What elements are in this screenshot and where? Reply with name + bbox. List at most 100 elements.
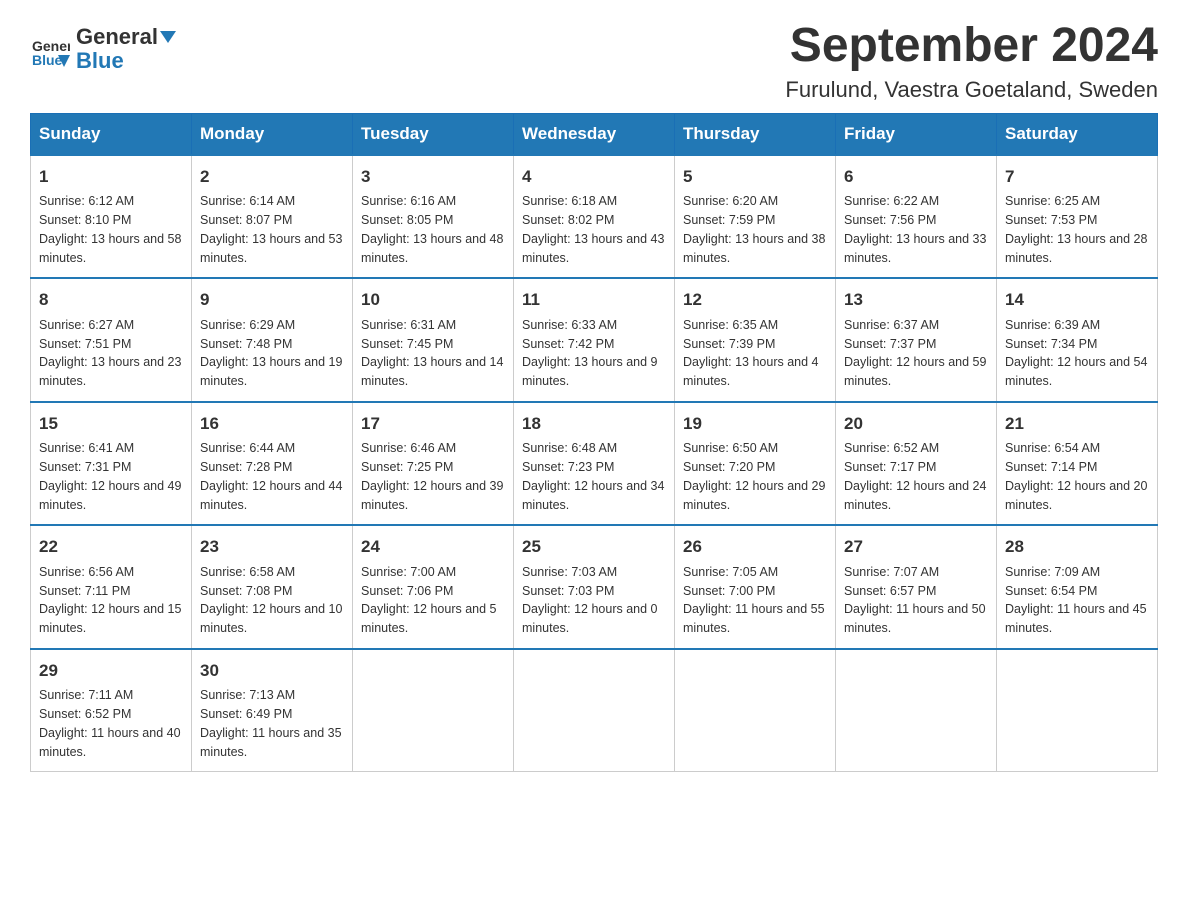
calendar-cell: 20Sunrise: 6:52 AMSunset: 7:17 PMDayligh… xyxy=(836,402,997,526)
calendar-cell: 29Sunrise: 7:11 AMSunset: 6:52 PMDayligh… xyxy=(31,649,192,772)
day-number: 19 xyxy=(683,411,827,437)
day-number: 4 xyxy=(522,164,666,190)
sun-info: Sunrise: 6:39 AMSunset: 7:34 PMDaylight:… xyxy=(1005,316,1149,391)
sun-info: Sunrise: 6:58 AMSunset: 7:08 PMDaylight:… xyxy=(200,563,344,638)
day-number: 28 xyxy=(1005,534,1149,560)
calendar-title-area: September 2024 Furulund, Vaestra Goetala… xyxy=(785,20,1158,103)
day-number: 11 xyxy=(522,287,666,313)
calendar-cell: 17Sunrise: 6:46 AMSunset: 7:25 PMDayligh… xyxy=(353,402,514,526)
page-header: General Blue General Blue September 2024… xyxy=(30,20,1158,103)
day-number: 8 xyxy=(39,287,183,313)
weekday-header-thursday: Thursday xyxy=(675,113,836,155)
sun-info: Sunrise: 7:11 AMSunset: 6:52 PMDaylight:… xyxy=(39,686,183,761)
sun-info: Sunrise: 6:35 AMSunset: 7:39 PMDaylight:… xyxy=(683,316,827,391)
day-number: 6 xyxy=(844,164,988,190)
calendar-cell: 22Sunrise: 6:56 AMSunset: 7:11 PMDayligh… xyxy=(31,525,192,649)
day-number: 2 xyxy=(200,164,344,190)
calendar-cell: 11 Sunrise: 6:33 AMSunset: 7:42 PMDayligh… xyxy=(514,278,675,402)
calendar-week-row: 15Sunrise: 6:41 AMSunset: 7:31 PMDayligh… xyxy=(31,402,1158,526)
day-number: 25 xyxy=(522,534,666,560)
weekday-header-saturday: Saturday xyxy=(997,113,1158,155)
day-number: 5 xyxy=(683,164,827,190)
calendar-week-row: 1Sunrise: 6:12 AMSunset: 8:10 PMDaylight… xyxy=(31,155,1158,279)
sun-info: Sunrise: 6:12 AMSunset: 8:10 PMDaylight:… xyxy=(39,192,183,267)
day-number: 26 xyxy=(683,534,827,560)
calendar-table: SundayMondayTuesdayWednesdayThursdayFrid… xyxy=(30,113,1158,773)
weekday-header-friday: Friday xyxy=(836,113,997,155)
calendar-cell: 6Sunrise: 6:22 AMSunset: 7:56 PMDaylight… xyxy=(836,155,997,279)
day-number: 12 xyxy=(683,287,827,313)
sun-info: Sunrise: 6:22 AMSunset: 7:56 PMDaylight:… xyxy=(844,192,988,267)
calendar-cell: 14 Sunrise: 6:39 AMSunset: 7:34 PMDayligh… xyxy=(997,278,1158,402)
day-number: 27 xyxy=(844,534,988,560)
weekday-header-wednesday: Wednesday xyxy=(514,113,675,155)
weekday-header-sunday: Sunday xyxy=(31,113,192,155)
calendar-cell: 5Sunrise: 6:20 AMSunset: 7:59 PMDaylight… xyxy=(675,155,836,279)
day-number: 16 xyxy=(200,411,344,437)
day-number: 20 xyxy=(844,411,988,437)
calendar-cell: 27 Sunrise: 7:07 AMSunset: 6:57 PMDayligh… xyxy=(836,525,997,649)
day-number: 3 xyxy=(361,164,505,190)
calendar-cell: 3Sunrise: 6:16 AMSunset: 8:05 PMDaylight… xyxy=(353,155,514,279)
sun-info: Sunrise: 7:00 AMSunset: 7:06 PMDaylight:… xyxy=(361,563,505,638)
calendar-cell: 13Sunrise: 6:37 AMSunset: 7:37 PMDayligh… xyxy=(836,278,997,402)
day-number: 30 xyxy=(200,658,344,684)
calendar-cell xyxy=(675,649,836,772)
sun-info: Sunrise: 6:20 AMSunset: 7:59 PMDaylight:… xyxy=(683,192,827,267)
day-number: 22 xyxy=(39,534,183,560)
sun-info: Sunrise: 6:16 AMSunset: 8:05 PMDaylight:… xyxy=(361,192,505,267)
calendar-cell: 12 Sunrise: 6:35 AMSunset: 7:39 PMDayligh… xyxy=(675,278,836,402)
sun-info: Sunrise: 6:27 AMSunset: 7:51 PMDaylight:… xyxy=(39,316,183,391)
calendar-cell: 30Sunrise: 7:13 AMSunset: 6:49 PMDayligh… xyxy=(192,649,353,772)
day-number: 10 xyxy=(361,287,505,313)
svg-text:Blue: Blue xyxy=(32,52,63,68)
day-number: 23 xyxy=(200,534,344,560)
day-number: 1 xyxy=(39,164,183,190)
calendar-title: September 2024 xyxy=(785,20,1158,73)
calendar-cell: 2Sunrise: 6:14 AMSunset: 8:07 PMDaylight… xyxy=(192,155,353,279)
sun-info: Sunrise: 7:09 AMSunset: 6:54 PMDaylight:… xyxy=(1005,563,1149,638)
sun-info: Sunrise: 6:50 AMSunset: 7:20 PMDaylight:… xyxy=(683,439,827,514)
calendar-cell xyxy=(353,649,514,772)
calendar-cell: 15Sunrise: 6:41 AMSunset: 7:31 PMDayligh… xyxy=(31,402,192,526)
day-number: 24 xyxy=(361,534,505,560)
calendar-cell: 21Sunrise: 6:54 AMSunset: 7:14 PMDayligh… xyxy=(997,402,1158,526)
calendar-cell: 25 Sunrise: 7:03 AMSunset: 7:03 PMDayligh… xyxy=(514,525,675,649)
calendar-cell: 9 Sunrise: 6:29 AMSunset: 7:48 PMDaylight… xyxy=(192,278,353,402)
sun-info: Sunrise: 6:25 AMSunset: 7:53 PMDaylight:… xyxy=(1005,192,1149,267)
sun-info: Sunrise: 6:29 AMSunset: 7:48 PMDaylight:… xyxy=(200,316,344,391)
calendar-cell: 18Sunrise: 6:48 AMSunset: 7:23 PMDayligh… xyxy=(514,402,675,526)
calendar-cell: 7Sunrise: 6:25 AMSunset: 7:53 PMDaylight… xyxy=(997,155,1158,279)
day-number: 15 xyxy=(39,411,183,437)
logo-icon: General Blue xyxy=(30,29,70,69)
calendar-cell: 26Sunrise: 7:05 AMSunset: 7:00 PMDayligh… xyxy=(675,525,836,649)
day-number: 7 xyxy=(1005,164,1149,190)
calendar-cell: 24 Sunrise: 7:00 AMSunset: 7:06 PMDayligh… xyxy=(353,525,514,649)
sun-info: Sunrise: 6:44 AMSunset: 7:28 PMDaylight:… xyxy=(200,439,344,514)
calendar-cell: 8 Sunrise: 6:27 AMSunset: 7:51 PMDaylight… xyxy=(31,278,192,402)
calendar-cell xyxy=(514,649,675,772)
calendar-week-row: 29Sunrise: 7:11 AMSunset: 6:52 PMDayligh… xyxy=(31,649,1158,772)
day-number: 17 xyxy=(361,411,505,437)
sun-info: Sunrise: 6:41 AMSunset: 7:31 PMDaylight:… xyxy=(39,439,183,514)
sun-info: Sunrise: 6:33 AMSunset: 7:42 PMDaylight:… xyxy=(522,316,666,391)
calendar-subtitle: Furulund, Vaestra Goetaland, Sweden xyxy=(785,77,1158,103)
day-number: 14 xyxy=(1005,287,1149,313)
sun-info: Sunrise: 6:31 AMSunset: 7:45 PMDaylight:… xyxy=(361,316,505,391)
calendar-cell: 28 Sunrise: 7:09 AMSunset: 6:54 PMDayligh… xyxy=(997,525,1158,649)
sun-info: Sunrise: 7:03 AMSunset: 7:03 PMDaylight:… xyxy=(522,563,666,638)
logo: General Blue General Blue xyxy=(30,20,176,73)
day-number: 9 xyxy=(200,287,344,313)
sun-info: Sunrise: 6:46 AMSunset: 7:25 PMDaylight:… xyxy=(361,439,505,514)
calendar-cell xyxy=(997,649,1158,772)
sun-info: Sunrise: 6:18 AMSunset: 8:02 PMDaylight:… xyxy=(522,192,666,267)
calendar-week-row: 8 Sunrise: 6:27 AMSunset: 7:51 PMDaylight… xyxy=(31,278,1158,402)
calendar-cell: 4Sunrise: 6:18 AMSunset: 8:02 PMDaylight… xyxy=(514,155,675,279)
calendar-cell xyxy=(836,649,997,772)
calendar-cell: 23 Sunrise: 6:58 AMSunset: 7:08 PMDayligh… xyxy=(192,525,353,649)
sun-info: Sunrise: 7:13 AMSunset: 6:49 PMDaylight:… xyxy=(200,686,344,761)
calendar-cell: 19Sunrise: 6:50 AMSunset: 7:20 PMDayligh… xyxy=(675,402,836,526)
day-number: 21 xyxy=(1005,411,1149,437)
weekday-header-row: SundayMondayTuesdayWednesdayThursdayFrid… xyxy=(31,113,1158,155)
sun-info: Sunrise: 7:07 AMSunset: 6:57 PMDaylight:… xyxy=(844,563,988,638)
